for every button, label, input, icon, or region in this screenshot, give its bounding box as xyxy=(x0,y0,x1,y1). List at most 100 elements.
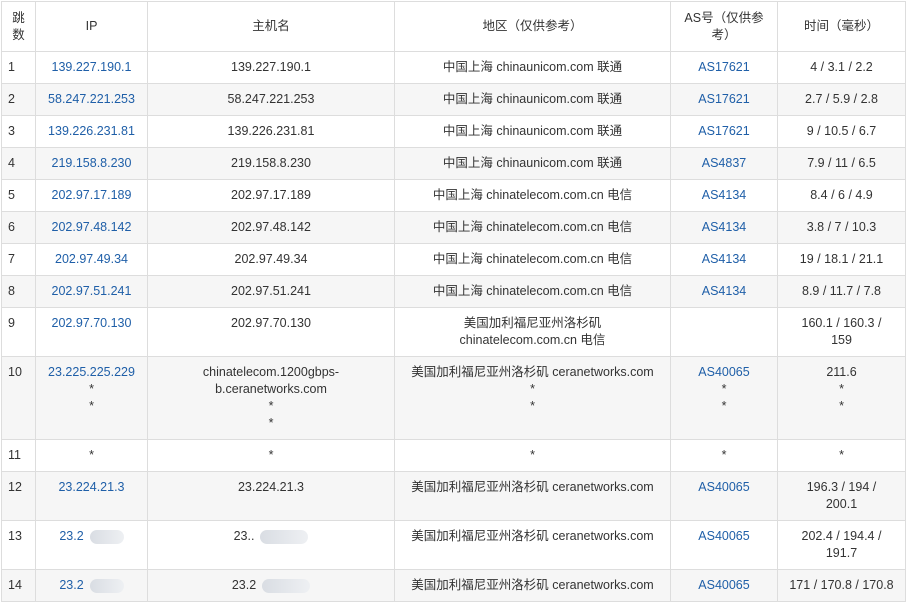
time-text: 200.1 xyxy=(825,497,858,511)
table-row: 1 139.227.190.1 139.227.190.1 中国上海 chinauni… xyxy=(1,51,906,84)
region-cell: 美国加利福尼亚州洛杉矶 ceranetworks.com * * xyxy=(394,356,671,440)
time-text: 171 / 170.8 / 170.8 xyxy=(789,578,894,592)
asn-link[interactable]: AS17621 xyxy=(674,91,774,108)
time-cell: 3.8 / 7 / 10.3 xyxy=(777,211,906,244)
time-cell: 19 / 18.1 / 21.1 xyxy=(777,243,906,276)
redaction-blur xyxy=(262,578,311,593)
table-row: 7 202.97.49.34 202.97.49.34 中国上海 chinatelec… xyxy=(1,243,906,276)
ip-cell: 202.97.51.241 xyxy=(35,275,148,308)
time-text: 9 / 10.5 / 6.7 xyxy=(806,124,877,138)
header-hop-line2: 数 xyxy=(12,27,25,42)
ip-link[interactable]: 202.97.51.241 xyxy=(39,283,144,300)
ip-text: * xyxy=(89,448,94,462)
asn-cell: AS40065 xyxy=(670,520,778,570)
hostname-cell: 202.97.49.34 xyxy=(147,243,395,276)
hop-cell: 12 xyxy=(1,471,36,521)
time-text: 191.7 xyxy=(825,546,858,560)
hop-cell: 7 xyxy=(1,243,36,276)
host-text: 202.97.51.241 xyxy=(231,284,311,298)
region-cell: 中国上海 chinatelecom.com.cn 电信 xyxy=(394,179,671,212)
time-text: * xyxy=(839,382,844,396)
asn-link[interactable]: AS4837 xyxy=(674,155,774,172)
hop-cell: 4 xyxy=(1,147,36,180)
region-cell: 中国上海 chinatelecom.com.cn 电信 xyxy=(394,275,671,308)
region-cell: 中国上海 chinaunicom.com 联通 xyxy=(394,51,671,84)
hostname-cell: 202.97.48.142 xyxy=(147,211,395,244)
asn-text: * xyxy=(721,382,727,396)
table-row: 12 23.224.21.3 23.224.21.3 美国加利福尼亚州洛杉矶 cera… xyxy=(1,471,906,521)
time-text: 8.9 / 11.7 / 7.8 xyxy=(802,284,881,298)
hostname-cell: chinatelecom.1200gbps-b.ceranetworks.com… xyxy=(147,356,395,440)
hop-cell: 11 xyxy=(1,439,36,472)
asn-link[interactable]: AS40065 xyxy=(674,577,774,594)
asn-link[interactable]: AS4134 xyxy=(674,251,774,268)
ip-cell: 202.97.70.130 xyxy=(35,307,148,357)
region-cell: 美国加利福尼亚州洛杉矶 ceranetworks.com xyxy=(394,520,671,570)
ip-link[interactable]: 23.225.225.229 xyxy=(39,364,144,381)
ip-link[interactable]: 202.97.17.189 xyxy=(39,187,144,204)
ip-text: * xyxy=(89,399,94,413)
time-text: 211.6 xyxy=(826,365,857,379)
time-text: * xyxy=(839,399,844,413)
region-text: 中国上海 chinatelecom.com.cn 电信 xyxy=(432,188,633,202)
ip-link[interactable]: 23.224.21.3 xyxy=(39,479,144,496)
header-hostname: 主机名 xyxy=(147,1,395,52)
ip-link[interactable]: 202.97.49.34 xyxy=(39,251,144,268)
ip-link[interactable]: 23.2 xyxy=(39,577,144,594)
region-text: 中国上海 chinatelecom.com.cn 电信 xyxy=(432,284,633,298)
host-text: 202.97.70.130 xyxy=(231,316,311,330)
ip-cell: 23.224.21.3 xyxy=(35,471,148,521)
asn-cell: AS17621 xyxy=(670,51,778,84)
region-text: chinatelecom.com.cn 电信 xyxy=(459,333,606,347)
ip-link[interactable]: 139.227.190.1 xyxy=(39,59,144,76)
asn-link[interactable]: AS40065 xyxy=(674,528,774,545)
asn-link[interactable]: AS40065 xyxy=(674,364,774,381)
asn-link[interactable]: AS17621 xyxy=(674,59,774,76)
region-text: * xyxy=(530,399,535,413)
region-text: 中国上海 chinatelecom.com.cn 电信 xyxy=(432,252,633,266)
hostname-cell: 58.247.221.253 xyxy=(147,83,395,116)
time-text: 4 / 3.1 / 2.2 xyxy=(810,60,873,74)
ip-cell: 139.226.231.81 xyxy=(35,115,148,148)
ip-link[interactable]: 202.97.70.130 xyxy=(39,315,144,332)
ip-text: * xyxy=(89,382,94,396)
asn-cell: AS4134 xyxy=(670,179,778,212)
ip-cell: 139.227.190.1 xyxy=(35,51,148,84)
ip-cell: 23.2 xyxy=(35,569,148,602)
ip-link[interactable]: 23.2 xyxy=(39,528,144,545)
ip-link[interactable]: 219.158.8.230 xyxy=(39,155,144,172)
asn-cell: AS4134 xyxy=(670,243,778,276)
asn-link[interactable]: AS4134 xyxy=(674,283,774,300)
ip-cell: 219.158.8.230 xyxy=(35,147,148,180)
ip-link[interactable]: 58.247.221.253 xyxy=(39,91,144,108)
region-cell: 中国上海 chinaunicom.com 联通 xyxy=(394,83,671,116)
asn-link[interactable]: AS17621 xyxy=(674,123,774,140)
asn-link[interactable]: AS4134 xyxy=(674,187,774,204)
asn-link[interactable]: AS4134 xyxy=(674,219,774,236)
region-cell: 美国加利福尼亚州洛杉矶 ceranetworks.com xyxy=(394,569,671,602)
hostname-cell: 202.97.51.241 xyxy=(147,275,395,308)
table-row: 2 58.247.221.253 58.247.221.253 中国上海 chinau… xyxy=(1,83,906,116)
hop-cell: 3 xyxy=(1,115,36,148)
hostname-cell: 139.226.231.81 xyxy=(147,115,395,148)
time-cell: 202.4 / 194.4 / 191.7 xyxy=(777,520,906,570)
hop-cell: 6 xyxy=(1,211,36,244)
asn-link[interactable]: AS40065 xyxy=(674,479,774,496)
asn-cell: AS17621 xyxy=(670,83,778,116)
asn-cell: AS40065 xyxy=(670,569,778,602)
ip-link[interactable]: 202.97.48.142 xyxy=(39,219,144,236)
time-text: 160.1 / 160.3 / xyxy=(801,316,882,330)
header-ip: IP xyxy=(35,1,148,52)
ip-link[interactable]: 139.226.231.81 xyxy=(39,123,144,140)
hostname-cell: 23.. xyxy=(147,520,395,570)
time-cell: 196.3 / 194 / 200.1 xyxy=(777,471,906,521)
time-cell: 8.4 / 6 / 4.9 xyxy=(777,179,906,212)
hop-cell: 1 xyxy=(1,51,36,84)
host-text: 23.. xyxy=(151,528,391,545)
region-text: * xyxy=(530,382,535,396)
header-time: 时间（毫秒） xyxy=(777,1,906,52)
region-text: 美国加利福尼亚州洛杉矶 ceranetworks.com xyxy=(411,529,654,543)
time-text: * xyxy=(839,448,844,462)
time-cell: 160.1 / 160.3 / 159 xyxy=(777,307,906,357)
time-cell: 7.9 / 11 / 6.5 xyxy=(777,147,906,180)
